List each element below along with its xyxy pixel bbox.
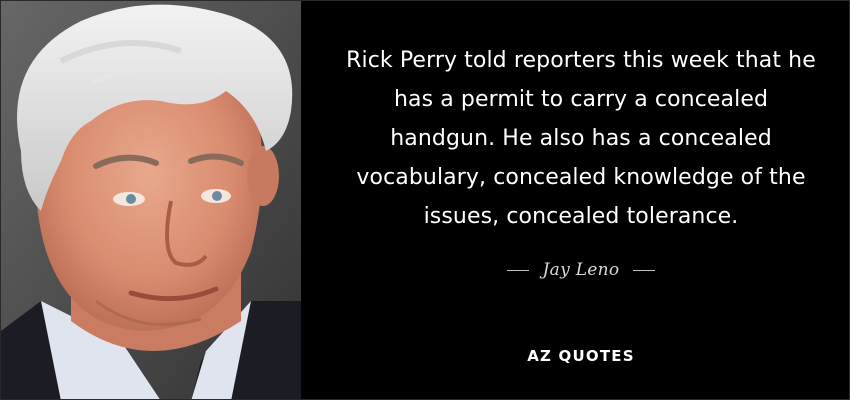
quote-text: Rick Perry told reporters this week that… (346, 48, 816, 229)
author-attribution: Jay Leno (331, 260, 831, 280)
author-portrait (1, 1, 301, 399)
author-dash-left (506, 269, 529, 271)
author-name[interactable]: Jay Leno (543, 260, 620, 280)
author-dash-right (633, 269, 656, 271)
quote-block: Rick Perry told reporters this week that… (331, 41, 831, 280)
quote-card: Rick Perry told reporters this week that… (0, 0, 850, 400)
portrait-illustration (1, 1, 301, 399)
brand-logo: AZ QUOTES (527, 347, 635, 365)
